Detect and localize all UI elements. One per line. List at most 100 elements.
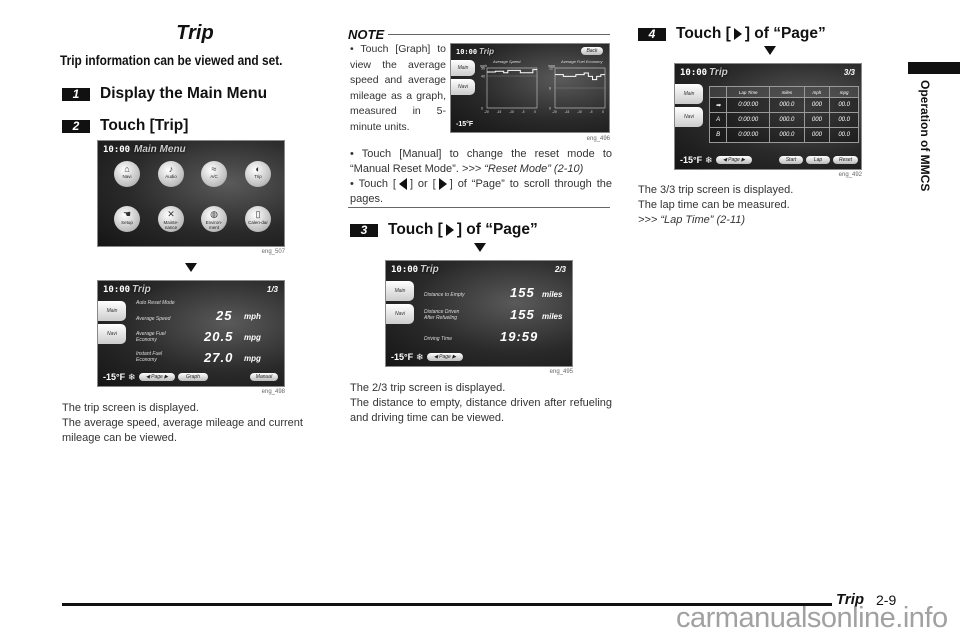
main-menu-screenshot: 10:00 Main Menu ⌂ Navi ♪ Audio ≈ A/C ◐ Trip … xyxy=(97,140,285,247)
column-header xyxy=(708,86,728,98)
step-number: 2 xyxy=(62,119,90,133)
start-button[interactable]: Start xyxy=(779,156,803,164)
step-label: Touch [Trip] xyxy=(100,117,189,134)
menu-audio-button[interactable]: ♪ Audio xyxy=(158,161,184,187)
table-cell: 00.0 xyxy=(829,127,859,143)
note-heading-row: NOTE xyxy=(348,27,610,42)
unit: miles xyxy=(542,290,563,299)
menu-trip-button[interactable]: ◐ Trip xyxy=(245,161,271,187)
trip-page1-screenshot: 10:00 Trip 1/3 Main Navi Auto Reset Mode… xyxy=(97,280,285,387)
tools-icon: ✕ xyxy=(167,209,175,219)
right-arrow-icon xyxy=(733,28,742,40)
x-tick-label: -15 xyxy=(497,110,502,114)
section-tab-label: Operation of MMCS xyxy=(918,80,932,192)
graph-frame xyxy=(486,67,538,109)
table-cell: 000 xyxy=(803,112,831,128)
side-tab-marker xyxy=(908,62,960,74)
graph-area: Average Speedmph04050-20 -15 -10 -5 0Average… xyxy=(480,59,606,114)
clock: 10:00 xyxy=(391,265,419,275)
table-cell: 0:00:00 xyxy=(726,97,771,113)
table-row: B 0:00:00 000.0 000 00.0 xyxy=(708,127,859,143)
note-divider xyxy=(388,34,610,35)
main-button[interactable]: Main xyxy=(98,301,126,321)
snowflake-icon: ❄ xyxy=(128,372,136,382)
column-header: mph xyxy=(803,86,831,98)
main-button[interactable]: Main xyxy=(675,84,703,104)
outside-temperature: -15°F xyxy=(103,372,126,382)
down-arrow-icon xyxy=(185,263,197,272)
clock: 10:00 xyxy=(680,68,708,78)
table-row: A 0:00:00 000.0 000 00.0 xyxy=(708,112,859,128)
clock: 10:00 xyxy=(103,145,131,155)
page-button[interactable]: ◀ Page ▶ xyxy=(427,353,463,361)
table-cell: 00.0 xyxy=(829,112,859,128)
image-caption: eng_498 xyxy=(261,389,285,395)
page-button[interactable]: ◀ Page ▶ xyxy=(716,156,752,164)
manual-button[interactable]: Manual xyxy=(250,373,278,381)
step-label: Display the Main Menu xyxy=(100,85,268,102)
average-speed-value: 25 xyxy=(216,308,233,323)
lap-button[interactable]: Lap xyxy=(806,156,830,164)
image-caption: eng_496 xyxy=(586,136,610,142)
menu-ac-button[interactable]: ≈ A/C xyxy=(201,161,227,187)
average-fuel-economy-value: 20.5 xyxy=(204,329,234,344)
lap-time-reference-link[interactable]: >>> “Lap Time” (2-11) xyxy=(638,213,878,228)
reset-button[interactable]: Reset xyxy=(833,156,858,164)
column-header: miles xyxy=(769,86,805,98)
screen-title: Trip xyxy=(479,47,494,56)
trip-page3-screenshot: 10:00 Trip 3/3 Main Navi Lap Time miles … xyxy=(674,63,862,170)
outside-temperature: -15°F xyxy=(391,352,414,362)
step-number: 1 xyxy=(62,87,90,101)
image-caption: eng_492 xyxy=(838,172,862,178)
graph-button[interactable]: Graph xyxy=(178,373,208,381)
home-icon: ⌂ xyxy=(124,164,130,174)
reset-mode-reference-link[interactable]: >>> “Reset Mode” (2-10) xyxy=(462,163,583,175)
graph-title: Average Fuel Economy xyxy=(560,59,604,64)
navi-button[interactable]: Navi xyxy=(451,79,475,95)
note-end-divider xyxy=(348,207,610,208)
page-indicator: 2/3 xyxy=(554,265,566,274)
navi-button[interactable]: Navi xyxy=(386,304,414,324)
y-tick-label: 6 xyxy=(549,87,551,91)
screen-title: Trip xyxy=(709,67,728,78)
table-cell: 000.0 xyxy=(769,127,805,143)
unit: mpg xyxy=(244,333,261,342)
menu-navi-button[interactable]: ⌂ Navi xyxy=(114,161,140,187)
menu-maintenance-button[interactable]: ✕ Mainte-nance xyxy=(158,206,184,232)
navi-button[interactable]: Navi xyxy=(98,324,126,344)
series-line xyxy=(555,72,605,81)
fuel-icon: ◐ xyxy=(255,164,261,174)
navi-button[interactable]: Navi xyxy=(675,107,703,127)
snowflake-icon: ❄ xyxy=(705,155,713,165)
page-button[interactable]: ◀ Page ▶ xyxy=(139,373,175,381)
step-2: 2 Touch [Trip] xyxy=(62,117,188,135)
table-cell: 000.0 xyxy=(769,97,805,113)
page-subtitle: Trip information can be viewed and set. xyxy=(60,53,283,68)
table-cell: 00.0 xyxy=(829,97,859,113)
distance-after-refueling-value: 155 xyxy=(510,307,535,322)
table-cell: 0:00:00 xyxy=(726,112,771,128)
main-button[interactable]: Main xyxy=(451,60,475,76)
row-label: Distance to Empty xyxy=(424,292,465,298)
clock: 10:00 xyxy=(456,48,478,56)
unit: miles xyxy=(542,312,563,321)
graph-screenshot: 10:00 Trip Back Main Navi -15°F Average … xyxy=(450,43,610,133)
image-caption: eng_495 xyxy=(549,369,573,375)
page-indicator: 1/3 xyxy=(266,285,278,294)
main-button[interactable]: Main xyxy=(386,281,414,301)
hand-icon: ☚ xyxy=(122,209,132,219)
menu-calendar-button[interactable]: ▯ Calen-dar xyxy=(245,206,271,232)
back-button[interactable]: Back xyxy=(581,47,603,55)
row-marker: B xyxy=(708,127,728,143)
x-tick-label: -10 xyxy=(509,110,514,114)
right-arrow-icon xyxy=(438,178,447,191)
snowflake-icon: ❄ xyxy=(416,352,424,362)
lap-time-table: Lap Time miles mph mpg ➡ 0:00:00 000.0 0… xyxy=(708,86,859,143)
row-marker: A xyxy=(708,112,728,128)
clock: 10:00 xyxy=(103,285,131,295)
menu-setup-button[interactable]: ☚ Setup xyxy=(114,206,140,232)
menu-environment-button[interactable]: ◍ Environ-ment xyxy=(201,206,227,232)
table-header-row: Lap Time miles mph mpg xyxy=(708,86,859,98)
current-lap-arrow-icon: ➡ xyxy=(708,97,728,113)
note-bullet-3: • Touch [] or [] of “Page” to scroll thr… xyxy=(350,178,612,205)
